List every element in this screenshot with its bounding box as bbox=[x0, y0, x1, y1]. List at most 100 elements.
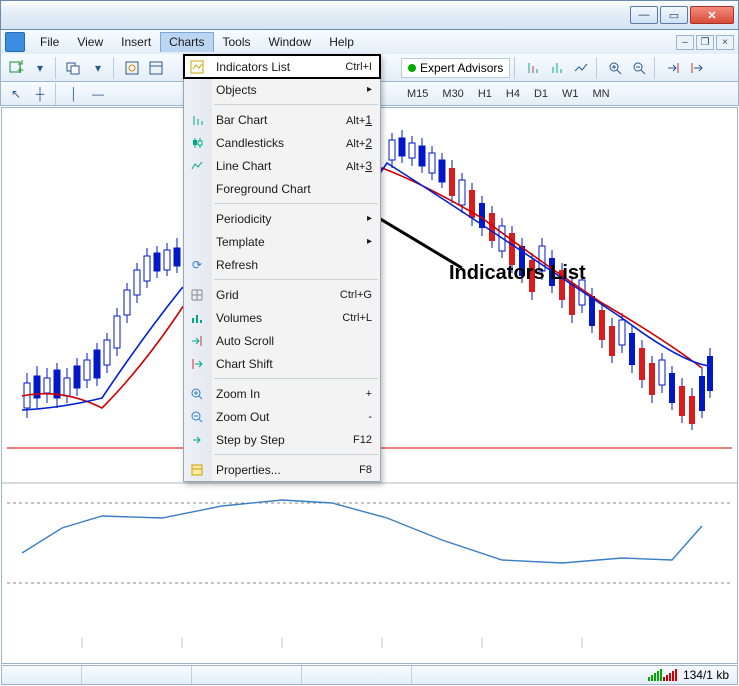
menu-label: Auto Scroll bbox=[216, 334, 274, 348]
tf-w1[interactable]: W1 bbox=[556, 86, 585, 102]
shortcut: Ctrl+G bbox=[340, 289, 372, 301]
tf-h4[interactable]: H4 bbox=[500, 86, 526, 102]
menu-candlesticks[interactable]: Candlesticks Alt+2 bbox=[184, 131, 380, 154]
menu-label: Zoom In bbox=[216, 387, 260, 401]
menu-view[interactable]: View bbox=[68, 32, 112, 52]
minimize-button[interactable]: — bbox=[630, 6, 658, 24]
menu-label: Periodicity bbox=[216, 212, 271, 226]
tf-mn[interactable]: MN bbox=[587, 86, 616, 102]
menu-step[interactable]: Step by Step F12 bbox=[184, 428, 380, 451]
shortcut: Alt+3 bbox=[346, 159, 372, 173]
candle-icon bbox=[189, 135, 205, 151]
zoomin-icon bbox=[189, 386, 205, 402]
indicator2-icon[interactable] bbox=[546, 57, 568, 79]
menu-label: Step by Step bbox=[216, 433, 285, 447]
menu-charts[interactable]: Charts bbox=[160, 32, 213, 52]
statusbar: 134/1 kb bbox=[1, 665, 738, 685]
shortcut: Ctrl+I bbox=[345, 61, 372, 73]
menu-refresh[interactable]: ⟳ Refresh bbox=[184, 253, 380, 276]
zoomout-icon bbox=[189, 409, 205, 425]
submenu-arrow-icon: ▸ bbox=[367, 236, 372, 247]
menu-label: Candlesticks bbox=[216, 136, 284, 150]
autoscroll-icon[interactable] bbox=[662, 57, 684, 79]
status-cell bbox=[302, 666, 412, 684]
crosshair-icon[interactable]: ┼ bbox=[29, 83, 51, 105]
candlesticks bbox=[24, 238, 180, 418]
menu-template[interactable]: Template ▸ bbox=[184, 230, 380, 253]
vline-icon[interactable]: │ bbox=[63, 83, 85, 105]
maximize-button[interactable]: ▭ bbox=[660, 6, 688, 24]
expert-advisors-button[interactable]: Expert Advisors bbox=[401, 58, 510, 78]
chartshift-icon[interactable] bbox=[686, 57, 708, 79]
close-button[interactable]: ✕ bbox=[690, 6, 734, 24]
menu-volumes[interactable]: Volumes Ctrl+L bbox=[184, 306, 380, 329]
submenu-arrow-icon: ▸ bbox=[367, 213, 372, 224]
tf-d1[interactable]: D1 bbox=[528, 86, 554, 102]
menu-insert[interactable]: Insert bbox=[112, 32, 160, 52]
menu-periodicity[interactable]: Periodicity ▸ bbox=[184, 207, 380, 230]
menu-chartshift[interactable]: Chart Shift bbox=[184, 352, 380, 375]
zoom-in-icon[interactable] bbox=[604, 57, 626, 79]
menu-indicators-list[interactable]: Indicators List Ctrl+I bbox=[184, 55, 380, 78]
tf-m30[interactable]: M30 bbox=[436, 86, 469, 102]
menu-label: Indicators List bbox=[216, 60, 290, 74]
menu-label: Grid bbox=[216, 288, 239, 302]
mdi-restore-button[interactable]: ❐ bbox=[696, 35, 714, 50]
menu-file[interactable]: File bbox=[31, 32, 68, 52]
status-dot-icon bbox=[408, 64, 416, 72]
app-icon bbox=[5, 32, 25, 52]
menu-autoscroll[interactable]: Auto Scroll bbox=[184, 329, 380, 352]
menu-line-chart[interactable]: Line Chart Alt+3 bbox=[184, 154, 380, 177]
volumes-icon bbox=[189, 310, 205, 326]
menu-label: Refresh bbox=[216, 258, 258, 272]
profiles-icon[interactable] bbox=[63, 57, 85, 79]
tf-m15[interactable]: M15 bbox=[401, 86, 434, 102]
autoscroll-icon bbox=[189, 333, 205, 349]
menu-objects[interactable]: Objects ▸ bbox=[184, 78, 380, 101]
oscillator-line bbox=[22, 500, 702, 563]
menu-bar-chart[interactable]: Bar Chart Alt+1 bbox=[184, 108, 380, 131]
menu-foreground[interactable]: Foreground Chart bbox=[184, 177, 380, 200]
dropdown-arrow-icon[interactable]: ▾ bbox=[29, 57, 51, 79]
expert-advisors-label: Expert Advisors bbox=[420, 61, 503, 75]
cursor-icon[interactable]: ↖ bbox=[5, 83, 27, 105]
grid-icon bbox=[189, 287, 205, 303]
menu-help[interactable]: Help bbox=[320, 32, 363, 52]
line-icon[interactable] bbox=[570, 57, 592, 79]
menu-label: Volumes bbox=[216, 311, 262, 325]
menu-label: Template bbox=[216, 235, 265, 249]
menu-grid[interactable]: Grid Ctrl+G bbox=[184, 283, 380, 306]
mdi-close-button[interactable]: × bbox=[716, 35, 734, 50]
status-cell bbox=[82, 666, 192, 684]
shortcut: Alt+1 bbox=[346, 113, 372, 127]
dropdown-arrow-icon[interactable]: ▾ bbox=[87, 57, 109, 79]
annotation-label: Indicators List bbox=[449, 262, 586, 285]
new-chart-icon[interactable]: + bbox=[5, 57, 27, 79]
zoom-out-icon[interactable] bbox=[628, 57, 650, 79]
properties-icon bbox=[189, 462, 205, 478]
menubar: File View Insert Charts Tools Window Hel… bbox=[0, 30, 739, 54]
menu-label: Chart Shift bbox=[216, 357, 273, 371]
menu-window[interactable]: Window bbox=[260, 32, 321, 52]
submenu-arrow-icon: ▸ bbox=[367, 84, 372, 95]
menu-tools[interactable]: Tools bbox=[214, 32, 260, 52]
menu-label: Properties... bbox=[216, 463, 281, 477]
market-watch-icon[interactable] bbox=[121, 57, 143, 79]
menu-zoom-in[interactable]: Zoom In + bbox=[184, 382, 380, 405]
shortcut: F12 bbox=[353, 434, 372, 446]
tf-h1[interactable]: H1 bbox=[472, 86, 498, 102]
navigator-icon[interactable] bbox=[145, 57, 167, 79]
menu-label: Zoom Out bbox=[216, 410, 269, 424]
menu-properties[interactable]: Properties... F8 bbox=[184, 458, 380, 481]
menu-label: Line Chart bbox=[216, 159, 271, 173]
menu-label: Bar Chart bbox=[216, 113, 267, 127]
svg-text:+: + bbox=[17, 63, 24, 76]
barchart-icon bbox=[189, 112, 205, 128]
menu-zoom-out[interactable]: Zoom Out - bbox=[184, 405, 380, 428]
indicators-icon bbox=[189, 59, 205, 75]
connection-bars-icon bbox=[648, 669, 677, 681]
shortcut: F8 bbox=[359, 464, 372, 476]
indicator-icon[interactable] bbox=[522, 57, 544, 79]
mdi-minimize-button[interactable]: – bbox=[676, 35, 694, 50]
hline-icon[interactable]: — bbox=[87, 83, 109, 105]
